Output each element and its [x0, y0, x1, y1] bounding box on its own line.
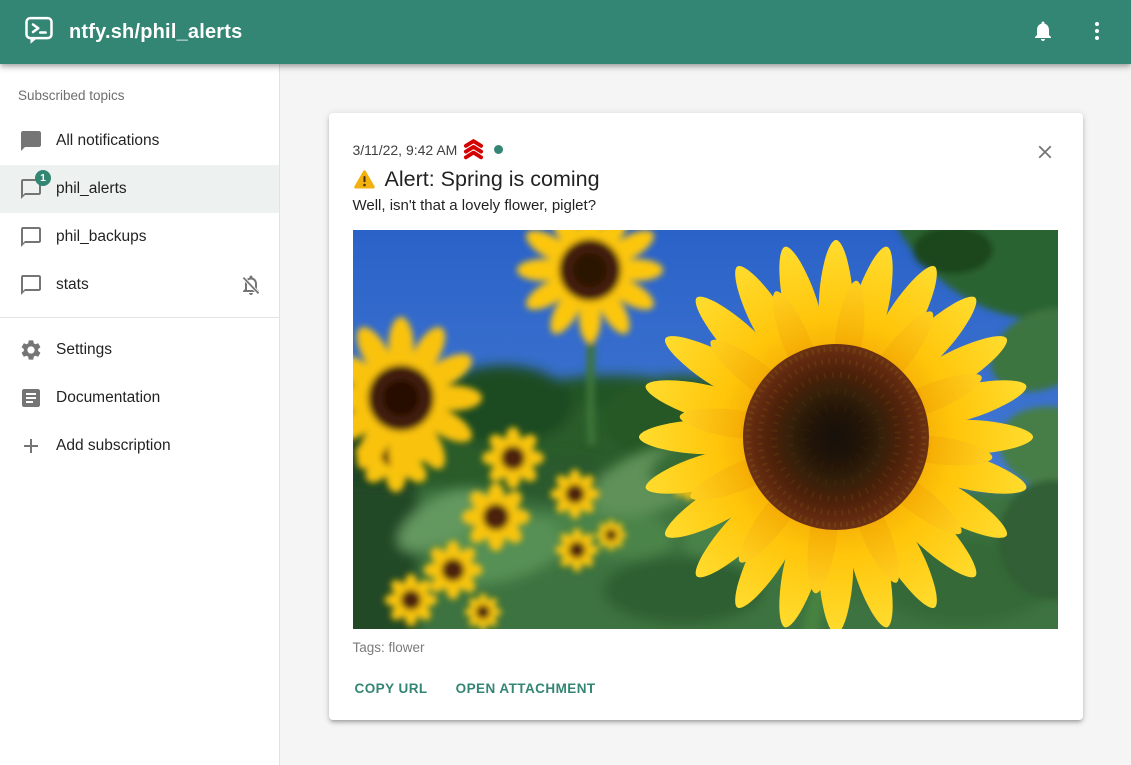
sidebar-item-phil-alerts[interactable]: 1 phil_alerts: [0, 165, 279, 213]
ntfy-logo-icon: [24, 15, 54, 50]
notification-title: Alert: Spring is coming: [353, 167, 1059, 192]
app-bar-title: ntfy.sh/phil_alerts: [69, 21, 242, 44]
settings-gear-icon: [19, 338, 43, 362]
sidebar-item-add-subscription[interactable]: Add subscription: [0, 422, 279, 470]
sidebar-item-settings[interactable]: Settings: [0, 326, 279, 374]
notification-body: Well, isn't that a lovely flower, piglet…: [353, 197, 1059, 214]
notification-timestamp: 3/11/22, 9:42 AM: [353, 142, 458, 158]
sidebar-item-stats[interactable]: stats: [0, 261, 279, 309]
sidebar-item-label: stats: [56, 276, 89, 294]
sidebar-item-label: Add subscription: [56, 437, 171, 455]
bell-icon: [1031, 19, 1055, 46]
sidebar-item-label: phil_backups: [56, 228, 146, 246]
chat-bubble-filled-icon: [19, 129, 43, 153]
sidebar: Subscribed topics All notifications 1 ph…: [0, 64, 280, 765]
notification-title-text: Alert: Spring is coming: [385, 167, 600, 192]
sidebar-item-label: Settings: [56, 341, 112, 359]
unread-dot: [494, 145, 503, 154]
priority-max-icon: [462, 139, 485, 160]
sidebar-divider: [0, 317, 279, 318]
sidebar-item-phil-backups[interactable]: phil_backups: [0, 213, 279, 261]
sidebar-item-label: phil_alerts: [56, 180, 127, 198]
notification-meta: 3/11/22, 9:42 AM: [353, 139, 1059, 160]
chat-bubble-outline-icon: 1: [19, 177, 43, 201]
sidebar-item-label: All notifications: [56, 132, 159, 150]
notification-actions: COPY URL OPEN ATTACHMENT: [353, 671, 1059, 706]
close-icon: [1034, 141, 1056, 166]
notifications-off-icon: [239, 273, 263, 297]
article-icon: [19, 386, 43, 410]
attachment-image[interactable]: [353, 230, 1058, 629]
kebab-menu-icon: [1085, 19, 1109, 46]
chat-bubble-outline-icon: [19, 273, 43, 297]
unread-count-badge: 1: [35, 170, 51, 186]
notifications-bell-button[interactable]: [1023, 12, 1063, 52]
overflow-menu-button[interactable]: [1077, 12, 1117, 52]
open-attachment-button[interactable]: OPEN ATTACHMENT: [454, 671, 598, 706]
subscribed-topics-label: Subscribed topics: [0, 72, 279, 117]
sidebar-item-label: Documentation: [56, 389, 160, 407]
notification-tags: Tags: flower: [353, 640, 1059, 655]
warning-emoji-icon: [353, 168, 376, 191]
app-bar: ntfy.sh/phil_alerts: [0, 0, 1131, 64]
close-button[interactable]: [1029, 137, 1061, 169]
sidebar-item-documentation[interactable]: Documentation: [0, 374, 279, 422]
chat-bubble-outline-icon: [19, 225, 43, 249]
sidebar-item-all-notifications[interactable]: All notifications: [0, 117, 279, 165]
plus-icon: [19, 434, 43, 458]
notification-card: 3/11/22, 9:42 AM: [329, 113, 1083, 720]
copy-url-button[interactable]: COPY URL: [353, 671, 430, 706]
main-content: 3/11/22, 9:42 AM: [280, 64, 1131, 765]
